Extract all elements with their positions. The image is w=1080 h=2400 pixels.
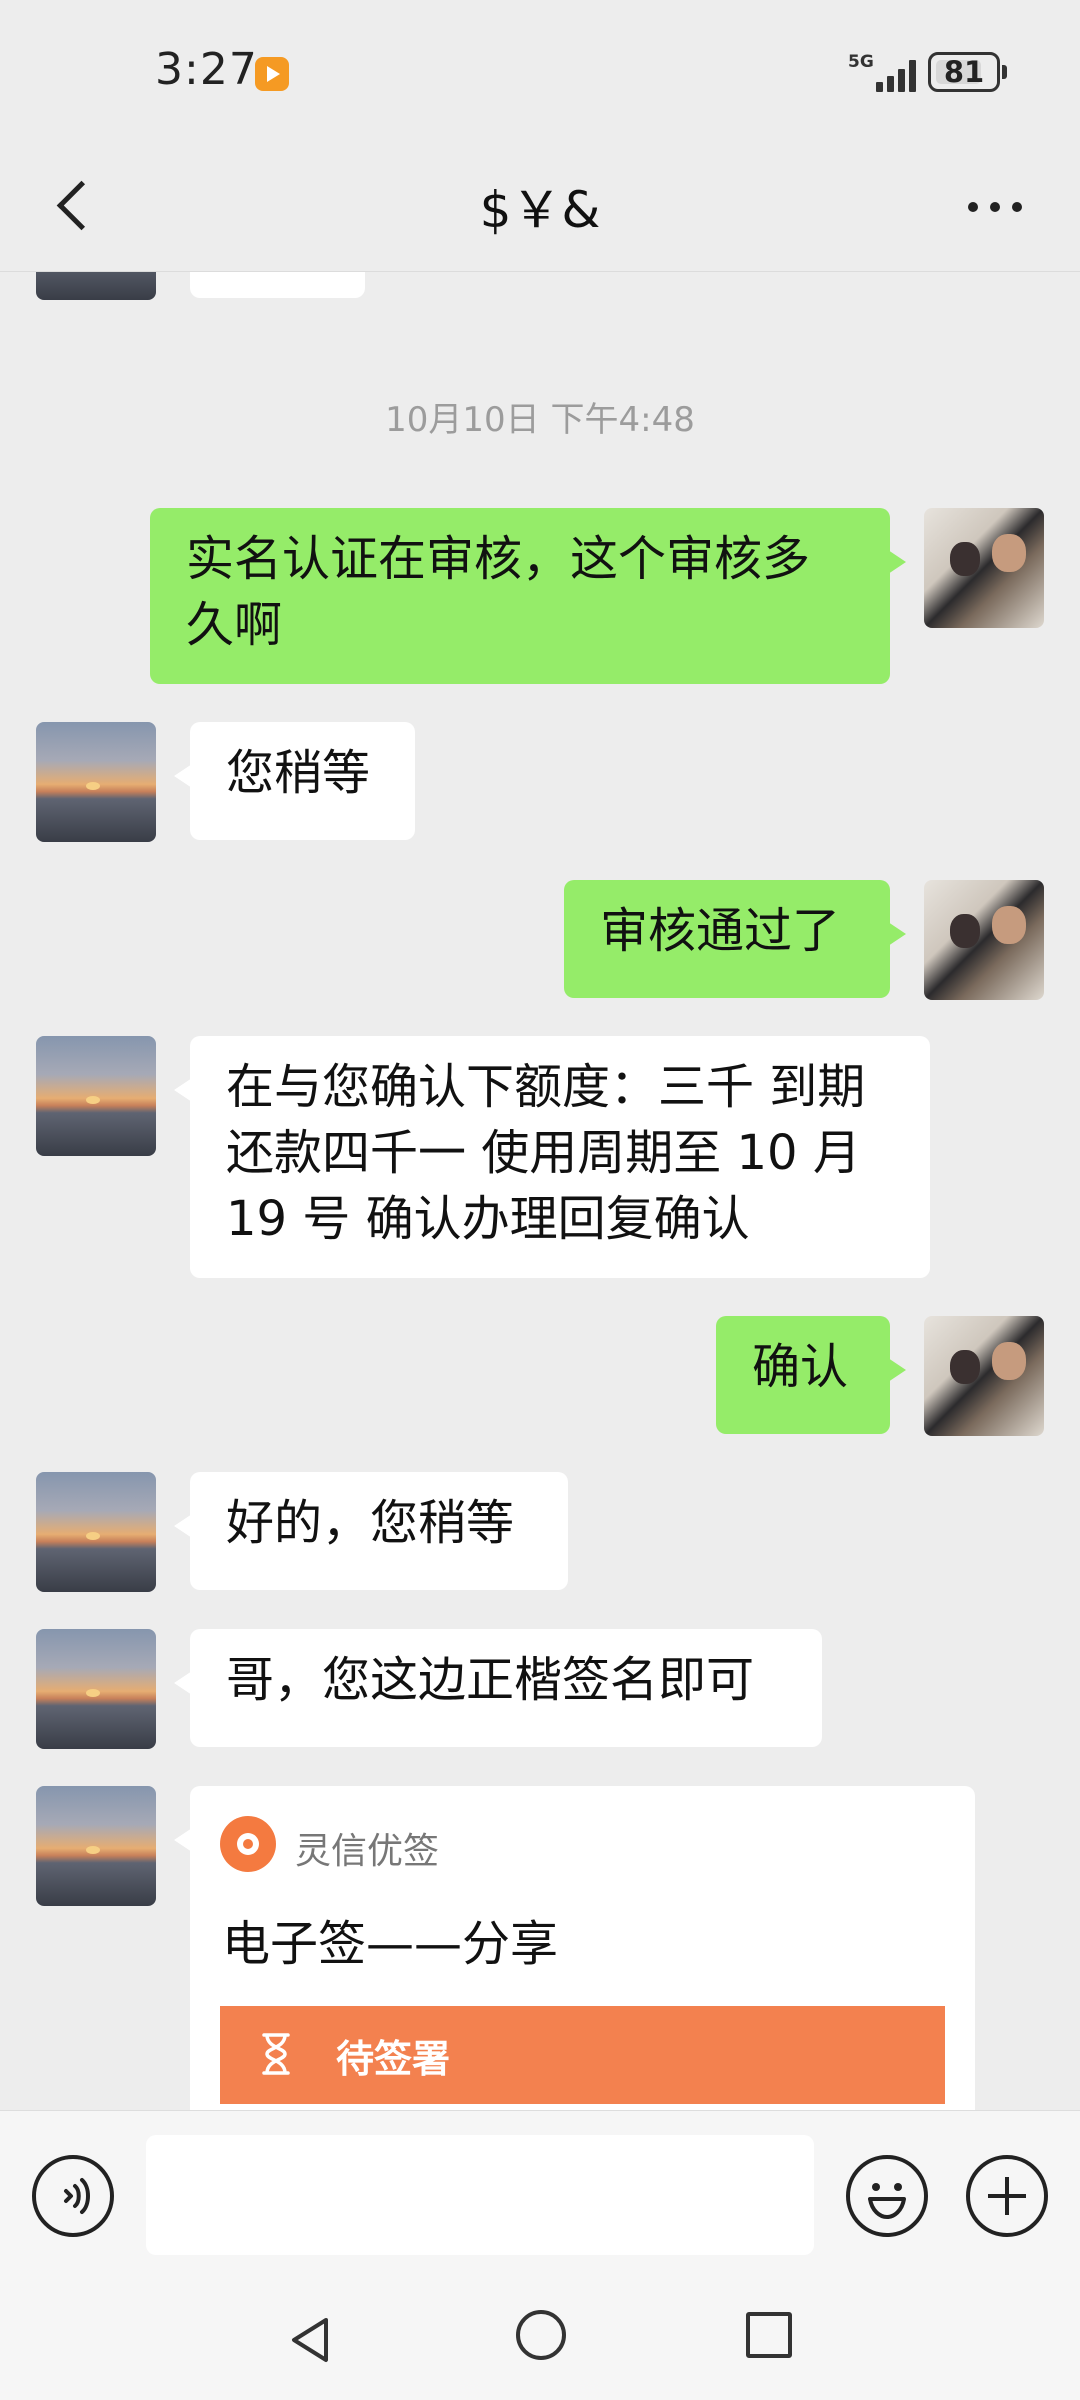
- emoji-icon: [868, 2183, 906, 2219]
- message-text: 在与您确认下额度：三千 到期: [226, 1059, 866, 1115]
- sign-pending-label: 待签署: [336, 2037, 451, 2081]
- sent-message[interactable]: 实名认证在审核，这个审核多 久啊: [150, 508, 906, 684]
- system-home-icon[interactable]: [516, 2310, 566, 2360]
- system-recents-icon[interactable]: [746, 2312, 792, 2358]
- battery-percent: 81: [943, 55, 985, 89]
- contact-avatar[interactable]: [36, 1786, 156, 1906]
- play-badge-icon: [255, 57, 289, 91]
- user-avatar[interactable]: [924, 1316, 1044, 1436]
- received-message[interactable]: 您稍等: [174, 722, 415, 840]
- chat-header: $￥&: [0, 140, 1080, 272]
- message-bubble-partial: [190, 272, 365, 298]
- sent-message[interactable]: 审核通过了: [564, 880, 906, 998]
- received-message[interactable]: 好的，您稍等: [174, 1472, 568, 1590]
- input-bar: [0, 2110, 1080, 2280]
- voice-icon: [64, 2178, 90, 2214]
- contact-avatar[interactable]: [36, 1629, 156, 1749]
- emoji-button[interactable]: [846, 2155, 928, 2237]
- more-button[interactable]: [950, 174, 1040, 238]
- system-back-icon[interactable]: [282, 2310, 342, 2370]
- contact-avatar[interactable]: [36, 272, 156, 300]
- more-dots-icon: [968, 202, 978, 212]
- status-bar: 3:27 5G 81: [0, 0, 1080, 140]
- contact-avatar[interactable]: [36, 1036, 156, 1156]
- message-timestamp: 10月10日 下午4:48: [385, 400, 695, 440]
- received-message[interactable]: 哥，您这边正楷签名即可: [174, 1629, 822, 1747]
- message-text: 19 号 确认办理回复确认: [226, 1191, 750, 1247]
- sent-message[interactable]: 确认: [716, 1316, 906, 1434]
- e-sign-card[interactable]: 灵信优签 电子签——分享 待签署: [174, 1786, 975, 2110]
- system-nav-bar: [0, 2280, 1080, 2400]
- message-text: 实名认证在审核，这个审核多: [186, 531, 811, 587]
- contact-avatar[interactable]: [36, 1472, 156, 1592]
- sign-pending-button[interactable]: 待签署: [220, 2006, 945, 2104]
- user-avatar[interactable]: [924, 508, 1044, 628]
- chat-title: $￥&: [479, 181, 601, 239]
- service-logo-icon: [220, 1816, 276, 1872]
- network-type: 5G: [848, 52, 874, 72]
- message-text: 久啊: [186, 597, 283, 653]
- user-avatar[interactable]: [924, 880, 1044, 1000]
- signal-icon: 5G: [848, 52, 920, 94]
- contact-avatar[interactable]: [36, 722, 156, 842]
- chat-messages[interactable]: 10月10日 下午4:48 实名认证在审核，这个审核多 久啊 您稍等 审核通过了…: [0, 272, 1080, 2110]
- hourglass-icon: [262, 2033, 290, 2075]
- message-input[interactable]: [146, 2135, 814, 2255]
- battery-icon: 81: [928, 52, 1008, 92]
- card-title: 电子签——分享: [222, 1916, 559, 1972]
- card-source: 灵信优签: [295, 1831, 440, 1872]
- plus-button[interactable]: [966, 2155, 1048, 2237]
- status-time: 3:27: [155, 44, 258, 95]
- received-message[interactable]: 在与您确认下额度：三千 到期 还款四千一 使用周期至 10 月 19 号 确认办…: [174, 1036, 930, 1278]
- voice-button[interactable]: [32, 2155, 114, 2237]
- message-text: 还款四千一 使用周期至 10 月: [226, 1125, 861, 1181]
- back-button[interactable]: [40, 164, 120, 244]
